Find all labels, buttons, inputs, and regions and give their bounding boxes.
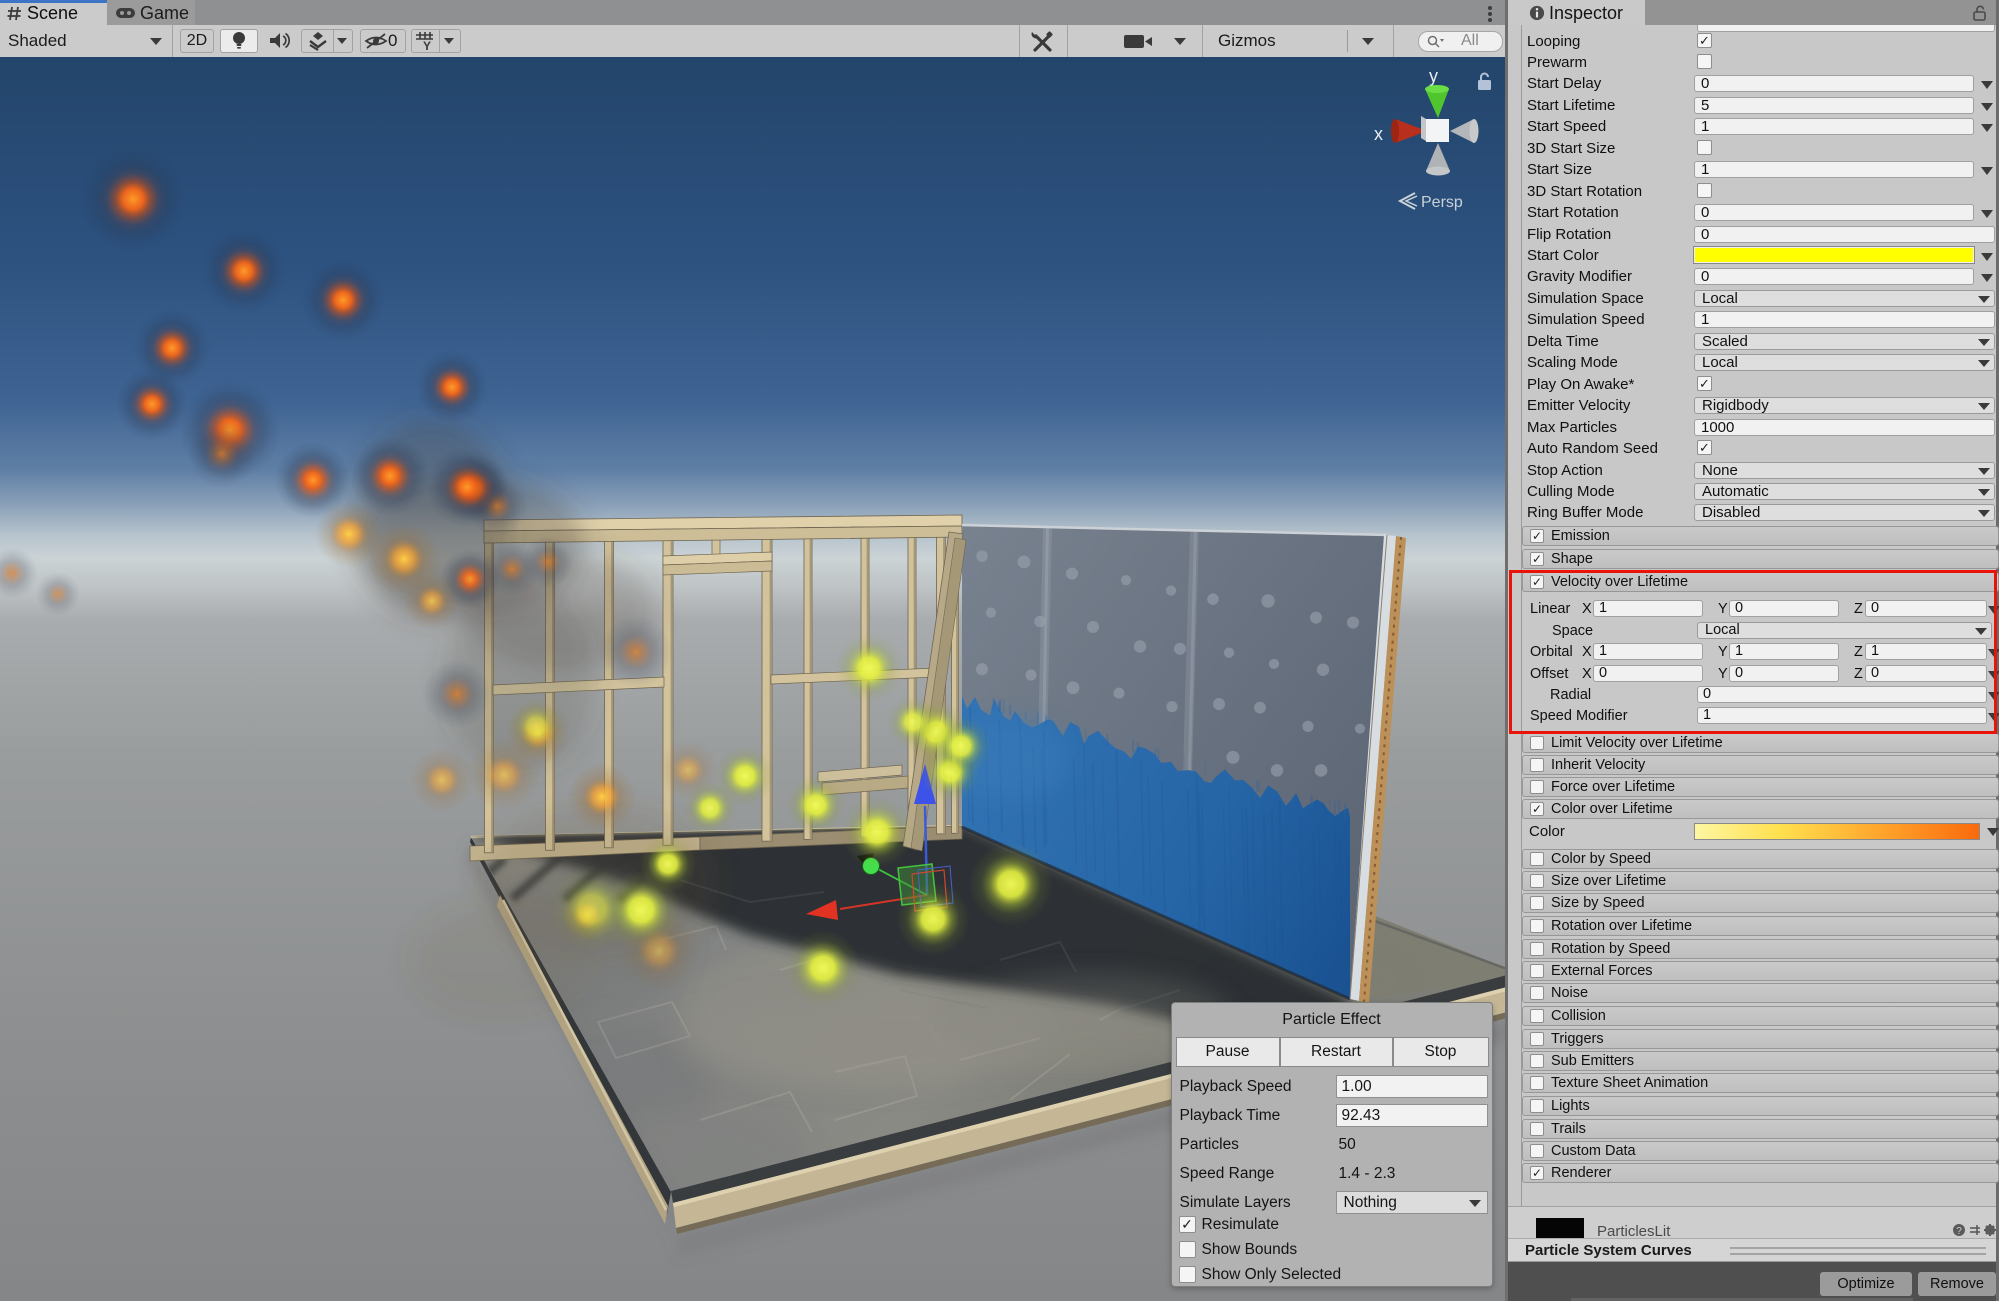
svg-text:y: y bbox=[1429, 66, 1438, 86]
svg-text:x: x bbox=[1374, 124, 1383, 144]
svg-text:Persp: Persp bbox=[1421, 194, 1463, 211]
svg-text:?: ? bbox=[1956, 1226, 1962, 1237]
svg-text:Y: Y bbox=[423, 39, 431, 51]
